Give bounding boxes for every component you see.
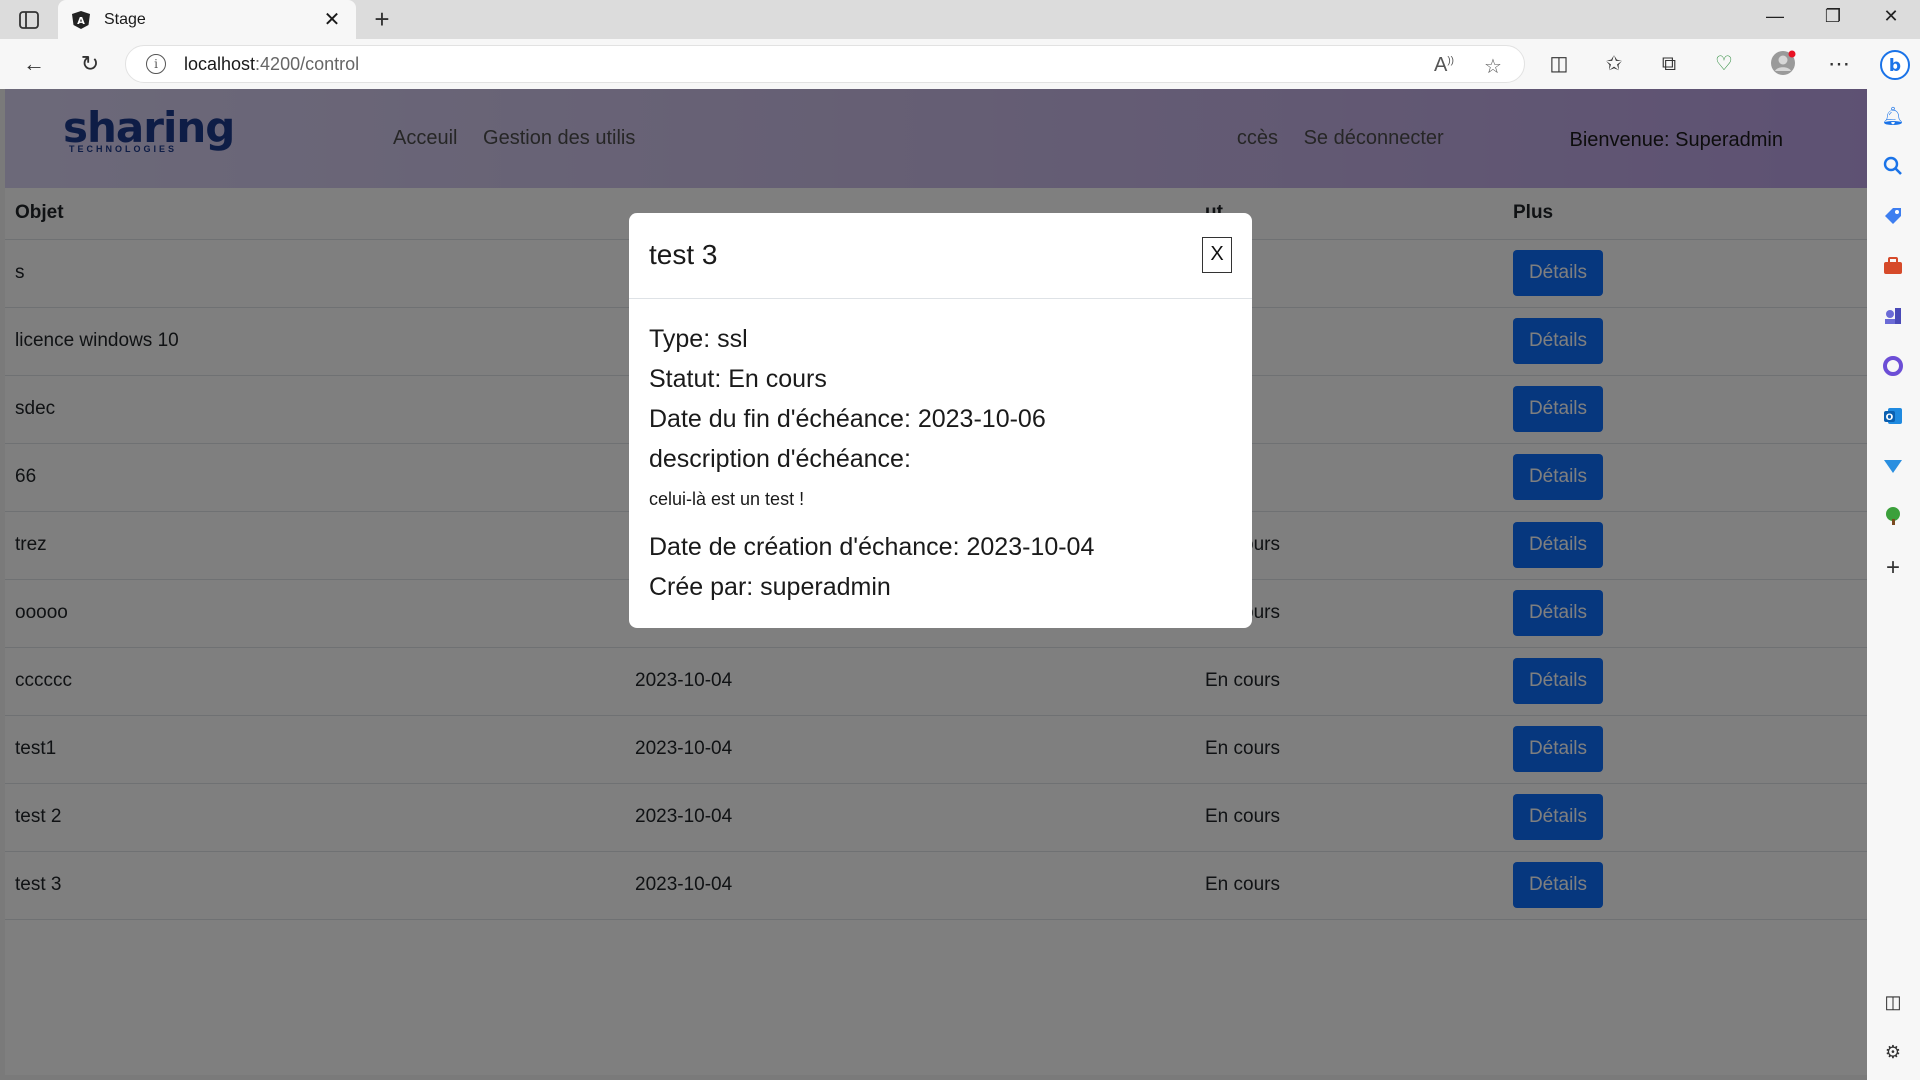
- collections-icon[interactable]: ⧉: [1655, 50, 1683, 78]
- browser-tab[interactable]: A Stage ✕: [58, 0, 356, 39]
- tab-close-icon[interactable]: ✕: [320, 7, 344, 32]
- tree-icon[interactable]: [1880, 503, 1906, 529]
- shopping-tag-icon[interactable]: [1880, 203, 1906, 229]
- modal-close-button[interactable]: X: [1202, 237, 1232, 273]
- modal-cree-par: Crée par: superadmin: [649, 573, 891, 601]
- modal-date-creation: Date de création d'échance: 2023-10-04: [649, 533, 1095, 561]
- details-modal: test 3 X Type: ssl Statut: En cours Date…: [629, 213, 1252, 628]
- browser-toolbar: ← ↻ i localhost:4200/control A)) ☆ ◫ ✩ ⧉…: [0, 39, 1920, 89]
- modal-header: test 3 X: [629, 213, 1252, 299]
- modal-date-fin: Date du fin d'échéance: 2023-10-06: [649, 405, 1046, 433]
- site-info-icon[interactable]: i: [146, 54, 166, 74]
- settings-gear-icon[interactable]: ⚙: [1880, 1039, 1906, 1065]
- svg-text:A: A: [77, 16, 85, 27]
- tab-actions-icon[interactable]: [18, 9, 40, 31]
- svg-text:O: O: [1886, 413, 1894, 423]
- more-menu-icon[interactable]: ⋯: [1825, 50, 1853, 78]
- send-drop-icon[interactable]: [1880, 453, 1906, 479]
- back-icon[interactable]: ←: [20, 50, 48, 78]
- window-edge-bottom: [0, 1075, 1867, 1080]
- split-screen-icon[interactable]: ◫: [1545, 50, 1573, 78]
- browser-tab-bar: A Stage ✕ + — ❐ ✕: [0, 0, 1920, 39]
- new-tab-icon[interactable]: +: [368, 6, 396, 34]
- modal-statut: Statut: En cours: [649, 365, 827, 393]
- sidebar-toggle-icon[interactable]: ◫: [1880, 989, 1906, 1015]
- angular-icon: A: [70, 9, 92, 31]
- address-bar[interactable]: i localhost:4200/control A)) ☆: [125, 45, 1525, 83]
- outlook-icon[interactable]: O: [1880, 403, 1906, 429]
- tab-title: Stage: [104, 10, 146, 28]
- window-edge: [0, 89, 5, 1080]
- games-chess-icon[interactable]: [1880, 303, 1906, 329]
- notifications-bell-icon[interactable]: 🔔︎: [1880, 103, 1906, 129]
- restore-icon[interactable]: ❐: [1818, 6, 1848, 34]
- svg-text:b: b: [1889, 56, 1901, 76]
- window-close-icon[interactable]: ✕: [1876, 6, 1906, 34]
- tools-icon[interactable]: [1880, 253, 1906, 279]
- bing-copilot-icon[interactable]: b: [1880, 50, 1910, 80]
- modal-description-label: description d'échéance:: [649, 445, 911, 473]
- add-sidebar-icon[interactable]: +: [1880, 554, 1906, 581]
- browser-essentials-icon[interactable]: ♡: [1710, 50, 1738, 78]
- browser-sidebar: 🔔︎ O + ◫ ⚙: [1867, 89, 1920, 1080]
- favorite-star-icon[interactable]: ☆: [1484, 54, 1502, 79]
- read-aloud-icon[interactable]: A)): [1434, 54, 1454, 77]
- refresh-icon[interactable]: ↻: [76, 50, 104, 78]
- modal-title: test 3: [649, 239, 718, 270]
- url-text: localhost:4200/control: [184, 53, 360, 74]
- modal-body: Type: ssl Statut: En cours Date du fin d…: [629, 299, 1252, 627]
- favorites-icon[interactable]: ✩: [1600, 50, 1628, 78]
- search-icon[interactable]: [1880, 153, 1906, 179]
- modal-description: celui-là est un test !: [649, 489, 805, 509]
- minimize-icon[interactable]: —: [1760, 6, 1790, 34]
- profile-avatar[interactable]: [1769, 50, 1797, 78]
- modal-type: Type: ssl: [649, 325, 748, 353]
- microsoft365-icon[interactable]: [1880, 353, 1906, 379]
- web-page: sharing TECHNOLOGIES Acceuil Gestion des…: [5, 89, 1867, 1075]
